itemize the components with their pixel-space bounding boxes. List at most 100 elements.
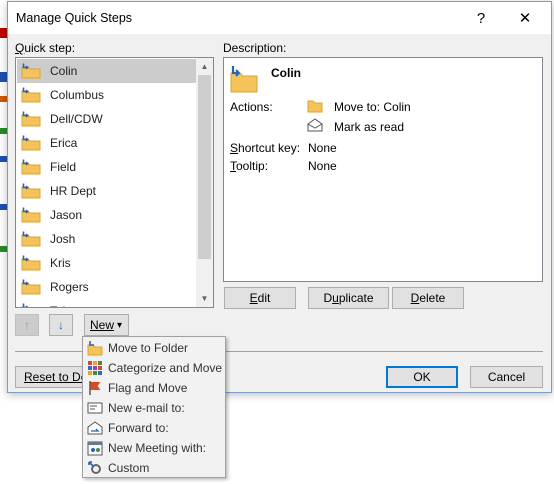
actions-label: Actions: [230, 100, 273, 114]
scroll-down-arrow[interactable]: ▼ [196, 290, 213, 307]
list-item[interactable]: Colin [17, 59, 196, 83]
folder-icon [307, 100, 323, 113]
list-item[interactable]: Dell/CDW [17, 107, 196, 131]
background-mark [0, 246, 7, 252]
menu-item-categorize-and-move[interactable]: Categorize and Move [84, 358, 224, 378]
list-item-label: Tobe [50, 304, 76, 307]
background-mark [0, 156, 7, 162]
quick-step-folder-icon [21, 159, 41, 175]
quick-step-folder-icon [21, 111, 41, 127]
menu-item-new-email-to[interactable]: New e-mail to: [84, 398, 224, 418]
quick-step-folder-icon [230, 66, 258, 93]
list-item-label: Josh [50, 232, 76, 246]
dialog-title: Manage Quick Steps [16, 11, 133, 25]
list-item-label: Kris [50, 256, 71, 270]
title-bar: Manage Quick Steps ? ✕ [8, 2, 551, 34]
new-email-icon [87, 402, 103, 414]
delete-label: elete [419, 291, 446, 305]
quick-step-list[interactable]: Tobe Rogers Kris Josh Jason HR Dept Field Erica… [15, 57, 214, 308]
edit-label: dit [257, 291, 271, 305]
background-mark [0, 204, 7, 210]
list-item-label: Erica [50, 136, 78, 150]
move-down-button[interactable]: ↓ [49, 314, 73, 336]
shortcut-key-value: None [308, 141, 337, 155]
quick-step-folder-icon [21, 87, 41, 103]
cancel-button[interactable]: Cancel [470, 366, 543, 388]
ok-button[interactable]: OK [386, 366, 458, 388]
scroll-thumb[interactable] [198, 75, 211, 259]
move-up-button[interactable]: ↑ [15, 314, 39, 336]
help-icon: ? [476, 9, 486, 27]
new-dropdown-button[interactable]: New ▾ [84, 314, 129, 336]
list-item-label: Field [50, 160, 77, 174]
menu-item-move-to-folder[interactable]: Move to Folder [84, 338, 224, 358]
quick-step-folder-icon [21, 303, 29, 307]
list-item[interactable]: Field [17, 155, 196, 179]
list-item-label: Dell/CDW [50, 112, 103, 126]
chevron-down-icon: ▼ [200, 294, 209, 303]
meeting-icon [87, 441, 103, 456]
shortcut-key-label: Shortcut key: [230, 141, 300, 155]
tooltip-label-text: ooltip: [236, 159, 269, 173]
menu-item-label: Custom [108, 461, 150, 475]
menu-item-label: Move to Folder [108, 341, 189, 355]
envelope-open-icon [307, 118, 323, 132]
tooltip-label: Tooltip: [230, 159, 268, 173]
list-item[interactable]: Erica [17, 131, 196, 155]
forward-icon [87, 421, 103, 435]
list-item-label: Jason [50, 208, 83, 222]
ok-label: OK [413, 370, 431, 384]
edit-button[interactable]: Edit [224, 287, 296, 309]
help-button[interactable]: ? [464, 2, 498, 34]
folder-move-icon [87, 341, 103, 356]
arrow-down-icon: ↓ [58, 318, 64, 332]
delete-hotkey: D [410, 291, 420, 305]
list-item[interactable]: Josh [17, 227, 196, 251]
close-button[interactable]: ✕ [508, 2, 542, 34]
close-icon: ✕ [518, 10, 532, 27]
list-item[interactable]: Jason [17, 203, 196, 227]
action-move-to: Move to: Colin [334, 100, 411, 114]
quick-step-folder-icon [21, 63, 41, 79]
quick-step-folder-icon [21, 231, 41, 247]
list-scrollbar[interactable]: ▲ ▼ [196, 58, 213, 307]
categorize-icon [88, 361, 102, 375]
arrow-up-icon: ↑ [24, 318, 30, 332]
list-item[interactable]: Kris [17, 251, 196, 275]
background-mark [0, 96, 7, 102]
list-item[interactable]: Rogers [17, 275, 196, 299]
menu-item-label: Categorize and Move [108, 361, 223, 375]
duplicate-label: plicate [338, 291, 374, 305]
dropdown-arrow-icon: ▾ [117, 319, 123, 331]
quick-step-folder-icon [21, 183, 41, 199]
quick-step-folder-icon [21, 207, 41, 223]
duplicate-button[interactable]: Du plicate [308, 287, 389, 309]
shortcut-label-text: hortcut key: [238, 141, 301, 155]
list-item-label: Rogers [50, 280, 89, 294]
custom-gear-icon [88, 461, 101, 474]
menu-item-flag-and-move[interactable]: Flag and Move [84, 378, 224, 398]
quick-step-folder-icon [21, 255, 41, 271]
list-item-label: HR Dept [50, 184, 97, 198]
delete-button[interactable]: Delete [392, 287, 464, 309]
menu-item-label: Forward to: [108, 421, 169, 435]
background-mark [0, 128, 7, 134]
description-label: Description: [223, 41, 287, 55]
scroll-up-arrow[interactable]: ▲ [196, 58, 213, 75]
manage-quick-steps-dialog: Manage Quick Steps ? ✕ Quick step: Tobe R… [7, 1, 552, 393]
list-item[interactable]: Columbus [17, 83, 196, 107]
description-panel: Colin Actions: Move to: Colin Mark as re… [223, 57, 543, 282]
list-item[interactable]: HR Dept [17, 179, 196, 203]
menu-item-label: Flag and Move [108, 381, 188, 395]
list-item-label: Colin [50, 64, 78, 78]
chevron-up-icon: ▲ [200, 62, 209, 71]
background-mark [0, 72, 7, 82]
quick-step-label: Quick step: [15, 41, 75, 55]
duplicate-hotkey: u [332, 291, 339, 305]
edit-hotkey: E [249, 291, 258, 305]
menu-item-custom[interactable]: Custom [84, 458, 224, 478]
list-item[interactable]: Tobe [17, 299, 196, 307]
quick-step-name: Colin [271, 66, 301, 80]
menu-item-new-meeting-with[interactable]: New Meeting with: [84, 438, 224, 458]
menu-item-forward-to[interactable]: Forward to: [84, 418, 224, 438]
